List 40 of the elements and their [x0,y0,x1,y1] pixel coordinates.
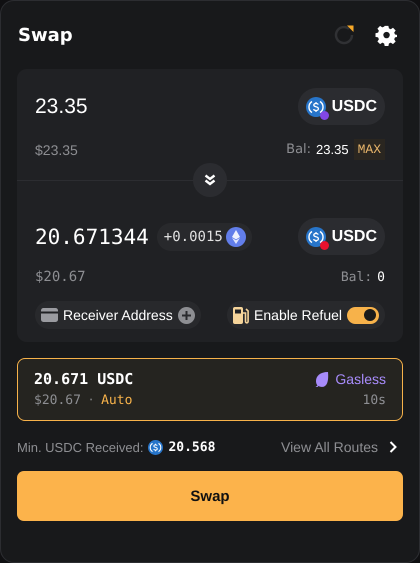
balance-value: 23.35 [316,142,349,157]
token-icon [306,96,326,116]
route-amount: 20.671 USDC [34,370,134,388]
route-card[interactable]: 20.671 USDC Gasless $20.67 · Auto 10s [17,358,403,421]
swap-button[interactable]: Swap [17,471,403,521]
route-time: 10s [362,393,386,408]
ethereum-icon [226,226,246,246]
window-title: Swap [18,24,73,46]
amount-input[interactable]: 23.35 [35,94,88,118]
switch-direction-button[interactable] [193,163,227,197]
wallet-icon [41,308,58,322]
refuel-toggle[interactable] [347,306,379,324]
refuel-label: Enable Refuel [254,307,342,323]
receiver-address-button[interactable]: Receiver Address [35,301,201,329]
usdc-icon [148,440,164,454]
min-received-label: Min. USDC Received: [17,440,144,454]
max-button[interactable]: MAX [354,139,385,160]
leaf-icon [314,371,330,387]
usd-value: $20.67 [35,269,86,285]
balance-label: Bal: [286,142,312,157]
min-received-value: 20.568 [168,440,216,454]
double-chevron-icon [204,174,216,186]
amount-output: 20.671344 [35,224,149,248]
view-routes-link[interactable]: View All Routes [280,439,397,455]
gasless-tag: Gasless [335,371,386,387]
balance-label: Bal: [340,270,372,284]
token-selector[interactable]: USDC [298,88,385,125]
bonus-amount: +0.0015 [164,228,223,244]
fuel-pump-icon [233,306,250,324]
token-icon [306,226,326,246]
balance-value: 0 [377,270,385,284]
separator-dot: · [88,393,94,408]
usd-value: $23.35 [35,142,78,158]
route-mode: Auto [101,393,132,408]
receiver-address-label: Receiver Address [63,307,173,323]
route-usd: $20.67 [34,393,81,408]
plus-icon [178,306,195,324]
token-selector[interactable]: USDC [298,218,385,255]
settings-icon [375,24,397,46]
chevron-right-icon [389,441,397,453]
